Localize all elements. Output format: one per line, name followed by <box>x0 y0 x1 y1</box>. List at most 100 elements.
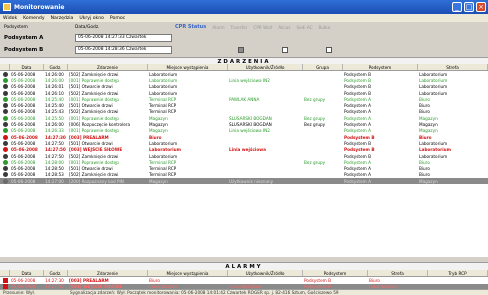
cell-event: [501] Otwarcie drzwi <box>69 84 113 90</box>
cell-zone: Biuro <box>419 166 430 172</box>
menu-commands[interactable]: Komendy <box>20 16 47 21</box>
events-header-event[interactable]: Zdarzenie <box>68 64 148 70</box>
cell-date: 05-06-2008 <box>11 128 36 134</box>
event-status-icon <box>0 153 10 159</box>
cell-date: 05-06-2008 <box>11 134 38 140</box>
app-icon <box>3 3 11 11</box>
cell-event: [502] Zamknięcie drzwi <box>69 90 119 96</box>
events-header-user[interactable]: Użytkownik/Źródło <box>228 64 303 70</box>
tab-cpr-wolf[interactable]: CPR Wolf <box>253 25 272 30</box>
cell-date: 05-06-2008 <box>11 103 36 109</box>
cell-time: 14:28:50 <box>45 166 64 172</box>
cell-place: Laboratorium <box>149 140 178 146</box>
event-status-icon <box>0 71 10 77</box>
menu-tools[interactable]: Narzędzia <box>48 16 77 21</box>
cell-event: [001] Poprawnie dostęp <box>69 159 119 165</box>
cell-event: [502] Zamknięcie drzwi <box>69 172 119 178</box>
tab-alicas[interactable]: Alicas <box>278 25 290 30</box>
alarms-header-subsystem[interactable]: Podsystem <box>303 270 368 276</box>
cell-time: 14:26:00 <box>45 77 64 83</box>
cell-subsystem: Podsystem B <box>344 134 375 140</box>
subsystem-header: Podsystem Data/Godz. CPR Status Alarm Tr… <box>0 23 488 31</box>
cell-event: [006] Rozpoczęcie kontrolera <box>69 122 131 128</box>
datetime-column-header: Data/Godz. <box>75 24 100 30</box>
table-row[interactable]: 05-06-2008 14:26:00 [001] Poprawnie dostęp… <box>0 77 488 83</box>
maximize-button[interactable]: □ <box>464 2 474 12</box>
cell-subsystem: Podsystem A <box>344 159 371 165</box>
events-header-group[interactable]: Grupa <box>303 64 343 70</box>
cell-event: [502] Zamknięcie drzwi <box>69 153 119 159</box>
cell-place: Magazyn <box>149 122 168 128</box>
subsystem-a-row[interactable]: Podsystem A 05-06-2008 14:27:33 Czwartek <box>0 33 488 43</box>
events-header-zone[interactable]: Strefa <box>418 64 488 70</box>
menu-view[interactable]: Widok <box>0 16 20 21</box>
events-table[interactable]: 05-06-2008 14:26:00 [502] Zamknięcie drzwi… <box>0 71 488 257</box>
event-status-icon <box>0 128 10 134</box>
cell-event: [501] Otwarcie drzwi <box>69 103 113 109</box>
events-header-place[interactable]: Miejsce wystąpienia <box>148 64 228 70</box>
cell-zone: Laboratorium <box>419 153 448 159</box>
menu-bar: Widok Komendy Narzędzia Ukryj okno Pomoc <box>0 14 488 22</box>
cell-zone: Laboratorium <box>419 77 448 83</box>
cell-event: [501] Otwarcie drzwi <box>69 140 113 146</box>
cell-date: 05-06-2008 <box>11 122 36 128</box>
cell-subsystem: Podsystem B <box>344 147 375 153</box>
tab-sedi-ac[interactable]: Sedi AC <box>296 25 312 30</box>
table-row[interactable]: 05-06-2008 14:27:00 [200] Rozpoznany kod P… <box>0 178 488 185</box>
cell-time: 14:26:00 <box>45 122 64 128</box>
alarms-header-time[interactable]: Godz. <box>44 270 68 276</box>
event-status-icon <box>0 159 10 165</box>
menu-hide-window[interactable]: Ukryj okno <box>76 16 107 21</box>
event-status-icon <box>0 178 10 184</box>
close-button[interactable]: × <box>476 2 486 12</box>
event-status-icon <box>0 103 10 109</box>
tab-alarm[interactable]: Alarm <box>212 25 224 30</box>
table-row[interactable]: 05-06-2008 14:25:40 [001] Poprawnie dostęp… <box>0 96 488 102</box>
cell-date: 05-06-2008 <box>11 90 36 96</box>
event-status-icon <box>0 96 10 102</box>
events-header-subsystem[interactable]: Podsystem <box>343 64 418 70</box>
cell-subsystem: Podsystem B <box>344 84 371 90</box>
alarms-header-place[interactable]: Miejsce wystąpienia <box>148 270 228 276</box>
events-header-date[interactable]: Data <box>10 64 44 70</box>
subsystem-b-datetime: 05-06-2008 14:28:36 Czwartek <box>75 46 172 54</box>
cell-group: Bez grupy <box>304 159 326 165</box>
cell-event: [502] Zamknięcie drzwi <box>69 71 119 77</box>
minimize-button[interactable]: _ <box>452 2 462 12</box>
cell-place: Terminal RCP <box>149 159 177 165</box>
cell-user: Linia wejściowa <box>229 147 266 153</box>
menu-help[interactable]: Pomoc <box>107 16 128 21</box>
cell-place: Magazyn <box>149 128 168 134</box>
alarms-header-event[interactable]: Zdarzenie <box>68 270 148 276</box>
tab-bulka[interactable]: Bułka <box>319 25 331 30</box>
alarms-header-rcp-mode[interactable]: Tryb RCP <box>428 270 488 276</box>
alarms-header-zone[interactable]: Strefa <box>368 270 428 276</box>
cell-zone: Biuro <box>419 109 430 115</box>
cell-group: Bez grupy <box>304 122 326 128</box>
alarms-header-date[interactable]: Data <box>10 270 44 276</box>
table-row[interactable]: 05-06-2008 14:27:50 [003] WEJŚCIE SIŁOWE La… <box>0 147 488 153</box>
cell-place: Laboratorium <box>149 90 178 96</box>
tab-cpr-status[interactable]: CPR Status <box>175 24 206 30</box>
table-row[interactable]: 05-06-2008 14:26:00 [006] Rozpoczęcie kont… <box>0 121 488 128</box>
window-title: Monitorowanie <box>14 3 65 11</box>
cell-subsystem: Podsystem A <box>344 103 371 109</box>
table-row[interactable]: 05-06-2008 14:25:50 [001] Poprawnie dostęp… <box>0 115 488 121</box>
cell-date: 05-06-2008 <box>11 109 36 115</box>
mode-tabs: CPR Status Alarm Transfer CPR Wolf Alica… <box>175 24 330 30</box>
cell-zone: Laboratorium <box>419 147 451 153</box>
cell-event: [200] Rozpoznany kod PIN <box>69 178 124 184</box>
subsystem-b-row[interactable]: Podsystem B 05-06-2008 14:28:36 Czwartek <box>0 45 488 55</box>
events-header-time[interactable]: Godz. <box>44 64 68 70</box>
cell-date: 05-06-2008 <box>11 178 36 184</box>
alarms-header-user[interactable]: Użytkownik/Źródło <box>228 270 303 276</box>
cell-place: Magazyn <box>149 178 168 184</box>
cell-date: 05-06-2008 <box>11 71 36 77</box>
tab-transfer[interactable]: Transfer <box>231 25 248 30</box>
alarm-icon <box>0 277 10 283</box>
cell-subsystem: Podsystem B <box>344 71 371 77</box>
status-main: Sygnalizacja zdarzeń: Wył. Początek moni… <box>70 290 339 295</box>
status-indicator-icon <box>326 47 332 53</box>
event-status-icon <box>0 166 10 172</box>
table-row[interactable]: 05-06-2008 14:26:33 [001] Poprawnie dostęp… <box>0 128 488 134</box>
